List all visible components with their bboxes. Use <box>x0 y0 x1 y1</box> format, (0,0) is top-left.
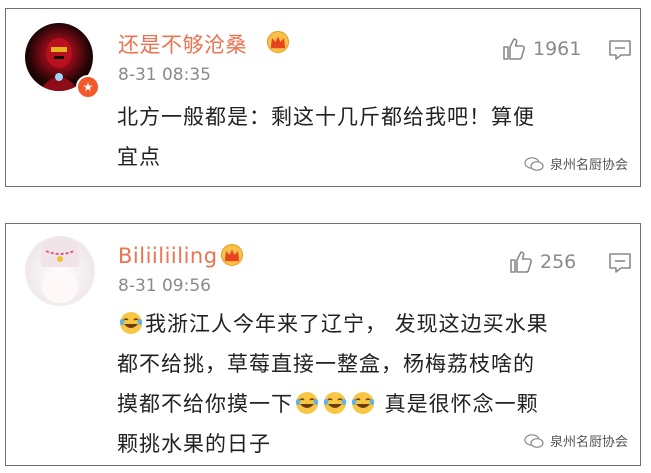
watermark: 泉州名厨协会 <box>524 431 628 450</box>
comment-line-text: 真是很怀念一颗 <box>377 392 539 416</box>
timestamp: 8-31 08:35 <box>118 65 211 85</box>
thumbs-up-icon <box>510 251 532 273</box>
avatar[interactable] <box>25 236 95 306</box>
watermark-text: 泉州名厨协会 <box>549 158 628 173</box>
like-count: 1961 <box>533 38 582 60</box>
comment-card: ★ 还是不够沧桑 8-31 08:35 1961 北方一般都是：剩这十几斤都给我… <box>5 8 641 187</box>
laugh-cry-emoji-icon <box>323 392 347 414</box>
wechat-icon <box>524 156 544 171</box>
watermark: 泉州名厨协会 <box>524 154 628 173</box>
comment-icon[interactable] <box>608 39 632 61</box>
laugh-cry-emoji-icon <box>119 312 143 334</box>
username[interactable]: 还是不够沧桑 <box>118 29 247 59</box>
comment-line: 都不给挑，草莓直接一整盒，杨梅荔枝啥的 <box>117 352 535 376</box>
comment-line: 摸都不给你摸一下 真是很怀念一颗 <box>117 384 622 424</box>
comment-line-text: 摸都不给你摸一下 <box>117 392 293 416</box>
comment-card: Biliiliiling 8-31 09:56 256 我浙江人今年来了辽宁， … <box>5 223 641 466</box>
username[interactable]: Biliiliiling <box>118 244 218 268</box>
thumbs-up-icon <box>503 38 525 60</box>
laugh-cry-emoji-icon <box>295 392 319 414</box>
crown-icon <box>221 244 243 266</box>
like-button[interactable]: 1961 <box>502 37 581 61</box>
crown-icon <box>267 31 289 53</box>
like-count: 256 <box>540 251 577 273</box>
vip-star-badge-icon: ★ <box>76 75 100 99</box>
comment-line-text: 我浙江人今年来了辽宁， 发现这边买水果 <box>145 312 549 336</box>
timestamp: 8-31 09:56 <box>118 276 211 296</box>
laugh-cry-emoji-icon <box>351 392 375 414</box>
girl-cartoon-avatar-icon <box>40 239 80 303</box>
comment-icon[interactable] <box>608 252 632 274</box>
comment-line: 我浙江人今年来了辽宁， 发现这边买水果 <box>117 304 622 344</box>
watermark-text: 泉州名厨协会 <box>549 435 628 450</box>
like-button[interactable]: 256 <box>509 250 576 274</box>
wechat-icon <box>524 433 544 448</box>
comment-line: 北方一般都是：剩这十几斤都给我吧！算便 <box>117 105 535 129</box>
